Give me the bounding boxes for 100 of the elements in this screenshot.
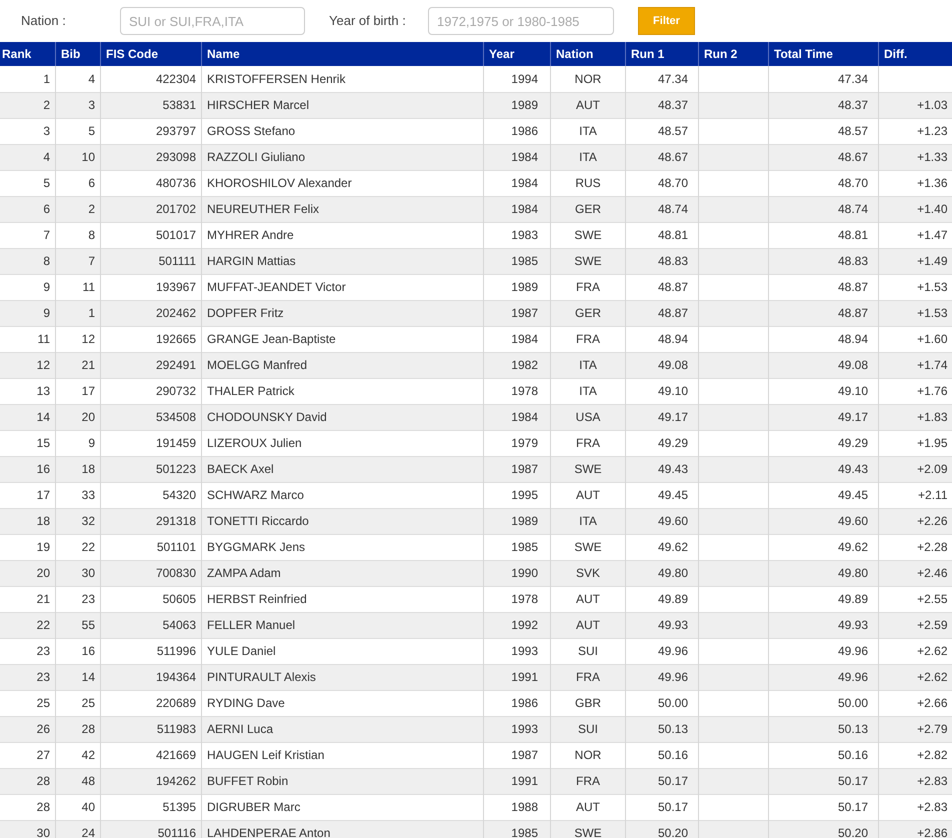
table-cell: +2.62 bbox=[878, 664, 952, 690]
table-cell: 17 bbox=[56, 378, 100, 404]
table-cell: 49.96 bbox=[626, 638, 698, 664]
table-cell: +2.55 bbox=[878, 586, 952, 612]
table-cell: SWE bbox=[550, 820, 626, 838]
table-cell: HIRSCHER Marcel bbox=[202, 92, 484, 118]
table-cell: ITA bbox=[550, 378, 626, 404]
table-cell: ITA bbox=[550, 144, 626, 170]
table-cell: 11 bbox=[56, 274, 100, 300]
table-cell: 49.89 bbox=[768, 586, 878, 612]
table-cell: 1988 bbox=[484, 794, 550, 820]
table-cell: SCHWARZ Marco bbox=[202, 482, 484, 508]
year-of-birth-field[interactable]: 1972,1975 or 1980-1985 bbox=[428, 7, 614, 35]
table-cell: 1989 bbox=[484, 508, 550, 534]
table-cell: 49.29 bbox=[768, 430, 878, 456]
table-cell: 1986 bbox=[484, 690, 550, 716]
table-cell: +2.66 bbox=[878, 690, 952, 716]
table-cell: 1985 bbox=[484, 534, 550, 560]
table-cell: 51395 bbox=[100, 794, 202, 820]
table-cell: 49.60 bbox=[626, 508, 698, 534]
table-cell: 9 bbox=[56, 430, 100, 456]
table-cell: 23 bbox=[0, 664, 56, 690]
table-cell: FRA bbox=[550, 274, 626, 300]
table-cell: MYHRER Andre bbox=[202, 222, 484, 248]
table-cell: 290732 bbox=[100, 378, 202, 404]
table-cell: SWE bbox=[550, 248, 626, 274]
nation-field[interactable]: SUI or SUI,FRA,ITA bbox=[120, 7, 305, 35]
table-cell: +2.62 bbox=[878, 638, 952, 664]
table-cell: 49.43 bbox=[768, 456, 878, 482]
table-cell: 1985 bbox=[484, 248, 550, 274]
table-cell: 50.20 bbox=[626, 820, 698, 838]
table-cell: 55 bbox=[56, 612, 100, 638]
table-cell: 28 bbox=[0, 794, 56, 820]
table-cell: 480736 bbox=[100, 170, 202, 196]
table-cell: 7 bbox=[56, 248, 100, 274]
table-cell: 23 bbox=[56, 586, 100, 612]
table-cell: THALER Patrick bbox=[202, 378, 484, 404]
table-cell: 49.29 bbox=[626, 430, 698, 456]
nation-label: Nation : bbox=[21, 12, 67, 30]
table-cell: 22 bbox=[0, 612, 56, 638]
table-cell: KRISTOFFERSEN Henrik bbox=[202, 66, 484, 92]
table-cell: 48.70 bbox=[626, 170, 698, 196]
table-cell: 1984 bbox=[484, 326, 550, 352]
table-cell: AUT bbox=[550, 482, 626, 508]
table-cell: 48.94 bbox=[626, 326, 698, 352]
table-cell: 19 bbox=[0, 534, 56, 560]
table-cell: +1.47 bbox=[878, 222, 952, 248]
table-cell: SWE bbox=[550, 534, 626, 560]
table-cell: 1989 bbox=[484, 92, 550, 118]
table-cell: 50.20 bbox=[768, 820, 878, 838]
table-cell: +2.83 bbox=[878, 768, 952, 794]
table-cell: BAECK Axel bbox=[202, 456, 484, 482]
table-cell: 50.16 bbox=[626, 742, 698, 768]
table-cell: HERBST Reinfried bbox=[202, 586, 484, 612]
table-cell: 1983 bbox=[484, 222, 550, 248]
table-cell: ITA bbox=[550, 118, 626, 144]
table-cell: +2.11 bbox=[878, 482, 952, 508]
table-cell: 49.62 bbox=[626, 534, 698, 560]
table-cell: 42 bbox=[56, 742, 100, 768]
table-cell: NOR bbox=[550, 66, 626, 92]
table-cell: 1993 bbox=[484, 638, 550, 664]
table-cell: 50.16 bbox=[768, 742, 878, 768]
table-cell: PINTURAULT Alexis bbox=[202, 664, 484, 690]
table-cell: 220689 bbox=[100, 690, 202, 716]
table-cell: SUI bbox=[550, 638, 626, 664]
table-cell: NEUREUTHER Felix bbox=[202, 196, 484, 222]
table-cell: +2.26 bbox=[878, 508, 952, 534]
table-cell: SVK bbox=[550, 560, 626, 586]
table-cell: +1.49 bbox=[878, 248, 952, 274]
table-cell: 6 bbox=[56, 170, 100, 196]
table-cell: 14 bbox=[56, 664, 100, 690]
table-cell: GER bbox=[550, 196, 626, 222]
table-cell: 3 bbox=[0, 118, 56, 144]
table-cell: +2.82 bbox=[878, 742, 952, 768]
table-cell: +1.83 bbox=[878, 404, 952, 430]
table-cell: 30 bbox=[0, 820, 56, 838]
table-cell: AUT bbox=[550, 794, 626, 820]
table-cell: MUFFAT-JEANDET Victor bbox=[202, 274, 484, 300]
table-cell: 12 bbox=[0, 352, 56, 378]
table-cell: 50.13 bbox=[768, 716, 878, 742]
table-cell: 1987 bbox=[484, 742, 550, 768]
table-cell: 1986 bbox=[484, 118, 550, 144]
table-cell: GER bbox=[550, 300, 626, 326]
table-cell: TONETTI Riccardo bbox=[202, 508, 484, 534]
table-cell: 1982 bbox=[484, 352, 550, 378]
table-cell: 422304 bbox=[100, 66, 202, 92]
table-cell: 48.74 bbox=[768, 196, 878, 222]
table-cell: 291318 bbox=[100, 508, 202, 534]
table-cell: +1.60 bbox=[878, 326, 952, 352]
table-cell: 49.17 bbox=[768, 404, 878, 430]
table-cell: +1.53 bbox=[878, 300, 952, 326]
table-cell: 1991 bbox=[484, 768, 550, 794]
table-cell: 9 bbox=[0, 300, 56, 326]
table-cell: 48.67 bbox=[768, 144, 878, 170]
table-cell: RAZZOLI Giuliano bbox=[202, 144, 484, 170]
table-cell: 50.17 bbox=[626, 768, 698, 794]
table-cell: 6 bbox=[0, 196, 56, 222]
table-cell: 28 bbox=[56, 716, 100, 742]
table-cell: 5 bbox=[56, 118, 100, 144]
table-cell: +1.23 bbox=[878, 118, 952, 144]
